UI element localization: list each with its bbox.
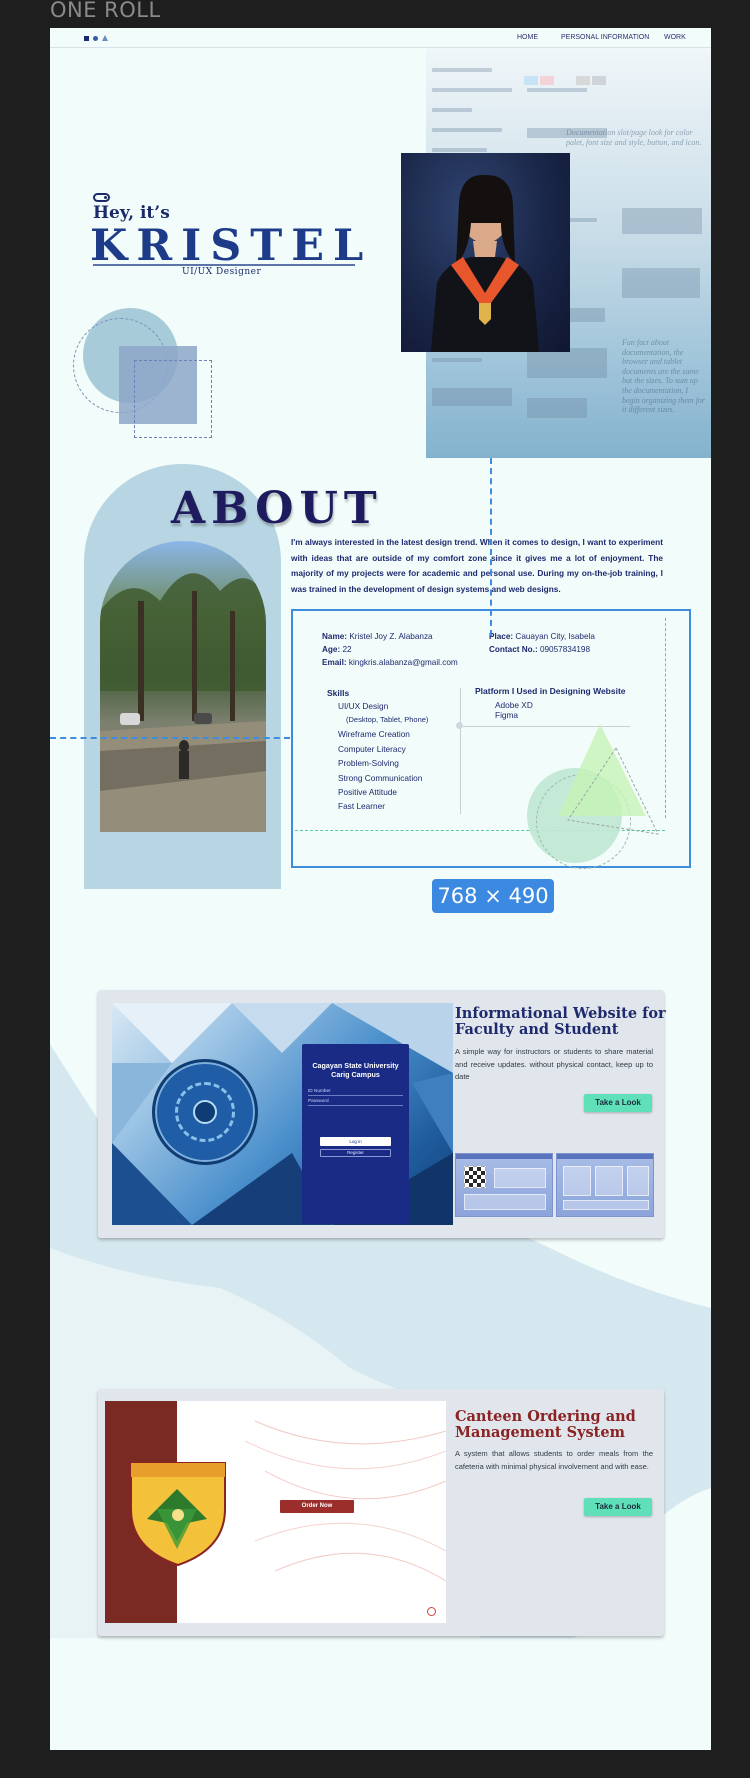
- divider: [93, 264, 355, 266]
- password-label: Password: [308, 1098, 329, 1103]
- register-button[interactable]: Register: [320, 1149, 391, 1157]
- about-title: ABOUT: [171, 483, 383, 534]
- about-paragraph: I'm always interested in the latest desi…: [291, 537, 663, 594]
- project-screenshot[interactable]: Order Now: [105, 1401, 446, 1623]
- hero-role: UI/UX Designer: [182, 267, 262, 277]
- project-thumbnail[interactable]: [455, 1153, 553, 1217]
- project-title: Informational Website for Faculty and Stu…: [455, 1005, 666, 1038]
- platform-item: Figma: [495, 710, 519, 720]
- logo-icon[interactable]: [84, 35, 116, 43]
- skill-item: Computer Literacy: [338, 744, 406, 754]
- skill-item-note: (Desktop, Tablet, Phone): [346, 715, 429, 724]
- decorative-triangles: [558, 724, 659, 835]
- decorative-square-outline: [134, 360, 212, 438]
- password-field[interactable]: [308, 1105, 403, 1106]
- skill-item: Strong Communication: [338, 773, 423, 783]
- dimension-badge: 768 × 490: [432, 879, 554, 913]
- guide-line: [665, 618, 666, 818]
- portfolio-frame: Documentation slot/page look for color p…: [50, 28, 711, 1750]
- skill-item: Fast Learner: [338, 801, 386, 811]
- tree-path-illustration: [100, 573, 266, 832]
- login-panel: Cagayan State University Carig Campus ID …: [302, 1044, 409, 1224]
- project-description: A system that allows students to order m…: [455, 1449, 653, 1471]
- mockup-note: Documentation slot/page look for color p…: [566, 128, 702, 147]
- skill-item: Wireframe Creation: [338, 729, 410, 739]
- project-title: Canteen Ordering and Management System: [455, 1408, 636, 1441]
- project-screenshot[interactable]: Cagayan State University Carig Campus ID …: [112, 1003, 453, 1225]
- skill-item: Positive Attitude: [338, 787, 398, 797]
- divider: [460, 688, 461, 814]
- info-place: Place: Cauayan City, Isabela: [489, 632, 595, 641]
- figma-canvas: ONE ROLL Documentation slot/page look fo…: [0, 0, 750, 1778]
- mockup-note: Fun fact about documentation, the browse…: [622, 338, 706, 415]
- project-thumbnail[interactable]: [556, 1153, 654, 1217]
- nav-link-personal-information[interactable]: PERSONAL INFORMATION: [561, 34, 649, 41]
- login-button[interactable]: Log in: [320, 1137, 391, 1146]
- skill-item: UI/UX Design: [338, 701, 389, 711]
- university-seal: [130, 1462, 226, 1567]
- hero-greeting: Hey, it’s: [93, 203, 170, 223]
- project-description: A simple way for instructors or students…: [455, 1047, 653, 1082]
- guide-line: [50, 737, 290, 739]
- toggle-icon: [93, 193, 110, 202]
- guide-line: [490, 458, 492, 636]
- nav-link-home[interactable]: HOME: [517, 34, 538, 41]
- department-seal: [152, 1059, 258, 1165]
- portrait-illustration: [431, 174, 539, 352]
- navbar: HOME PERSONAL INFORMATION WORK: [50, 28, 711, 48]
- about-photo: [100, 541, 266, 832]
- platform-item: Adobe XD: [495, 700, 533, 710]
- take-a-look-button[interactable]: Take a Look: [584, 1094, 652, 1112]
- platform-heading: Platform I Used in Designing Website: [475, 686, 626, 696]
- portrait-photo: [401, 153, 570, 352]
- id-label: ID Number: [308, 1088, 331, 1093]
- info-email: Email: kingkris.alabanza@gmail.com: [322, 658, 458, 667]
- info-contact: Contact No.: 09057834198: [489, 645, 591, 654]
- brand-mark-icon: [427, 1607, 436, 1616]
- id-field[interactable]: [308, 1095, 403, 1096]
- skill-item: Problem-Solving: [338, 758, 399, 768]
- order-now-button[interactable]: Order Now: [280, 1500, 354, 1513]
- nav-link-work[interactable]: WORK: [664, 34, 686, 41]
- info-age: Age: 22: [322, 645, 352, 654]
- login-title: Cagayan State University Carig Campus: [312, 1061, 399, 1079]
- take-a-look-button[interactable]: Take a Look: [584, 1498, 652, 1516]
- divider-dot: [456, 722, 463, 729]
- info-name: Name: Kristel Joy Z. Alabanza: [322, 632, 433, 641]
- frame-label[interactable]: ONE ROLL: [50, 0, 161, 22]
- skills-heading: Skills: [327, 688, 350, 698]
